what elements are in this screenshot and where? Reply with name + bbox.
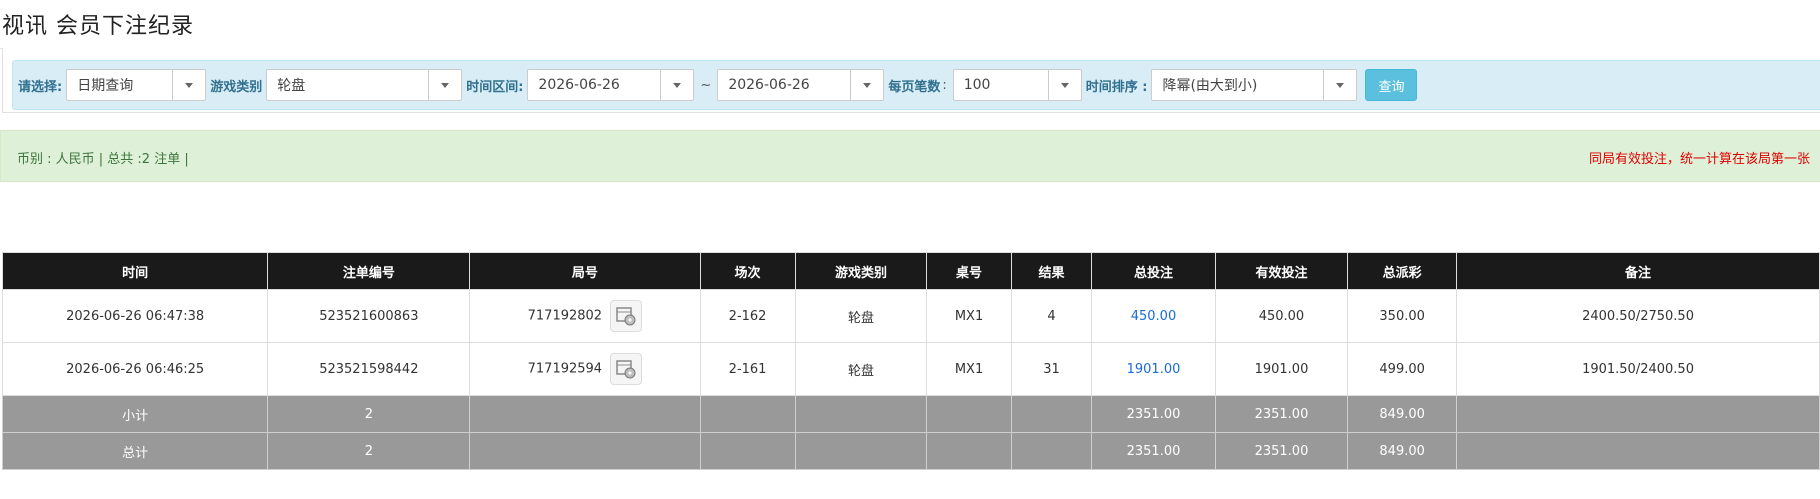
start-date-select[interactable]: 2026-06-26	[527, 69, 695, 101]
cell-game-type: 轮盘	[794, 289, 928, 343]
subtotal-label: 小计	[1, 395, 269, 433]
start-date-value: 2026-06-26	[538, 77, 620, 93]
cell-total-bet: 450.00	[1091, 289, 1216, 343]
caret-down-icon[interactable]	[1323, 70, 1356, 100]
caret-down-icon[interactable]	[1047, 70, 1081, 100]
sort-label: 时间排序 :	[1085, 79, 1148, 95]
page-size-label: 每页笔数	[888, 79, 941, 95]
column-header-round-no: 局号	[469, 252, 701, 290]
total-label: 总计	[1, 432, 269, 470]
column-header-time: 时间	[1, 252, 269, 290]
cell-result: 4	[1010, 289, 1093, 343]
column-header-table-no: 桌号	[926, 252, 1012, 290]
page-title: 视讯 会员下注纪录	[2, 14, 194, 39]
column-header-remark: 备注	[1456, 252, 1820, 290]
column-header-result: 结果	[1010, 252, 1093, 290]
subtotal-valid-bet: 2351.00	[1214, 395, 1349, 433]
subtotal-payout: 849.00	[1347, 395, 1458, 433]
total-count: 2	[267, 432, 471, 470]
column-header-valid-bet: 有效投注	[1214, 252, 1349, 290]
cell-session: 2-161	[699, 342, 796, 396]
game-type-value: 轮盘	[277, 78, 306, 94]
end-date-value: 2026-06-26	[728, 77, 810, 93]
total-bet-link[interactable]: 450.00	[1131, 309, 1177, 324]
cell-order-no: 523521600863	[267, 289, 471, 343]
cell-round-no: 717192594	[469, 342, 701, 396]
sort-order-select[interactable]: 降幂(由大到小)	[1151, 69, 1358, 101]
summary-info: 币别 : 人民币 | 总共 :2 注单 |	[17, 152, 189, 167]
video-replay-icon[interactable]	[610, 300, 643, 332]
game-type-label: 游戏类别	[210, 79, 263, 95]
subtotal-row: 小计 2 2351.00 2351.00 849.00	[1, 395, 1820, 433]
subtotal-total-bet: 2351.00	[1091, 395, 1216, 433]
subtotal-count: 2	[267, 395, 471, 433]
game-type-select[interactable]: 轮盘	[266, 69, 463, 101]
caret-down-icon[interactable]	[660, 70, 693, 100]
cell-payout: 499.00	[1347, 342, 1458, 396]
cell-game-type: 轮盘	[794, 342, 928, 396]
total-payout: 849.00	[1347, 432, 1458, 470]
cell-payout: 350.00	[1347, 289, 1458, 343]
page-size-value: 100	[963, 77, 991, 93]
sort-order-value: 降幂(由大到小)	[1162, 78, 1258, 94]
date-range-separator: ~	[700, 77, 712, 93]
cell-remark: 1901.50/2400.50	[1456, 342, 1820, 396]
cell-time: 2026-06-26 06:46:25	[1, 342, 269, 396]
end-date-select[interactable]: 2026-06-26	[717, 69, 885, 101]
caret-down-icon[interactable]	[850, 70, 883, 100]
cell-remark: 2400.50/2750.50	[1456, 289, 1820, 343]
table-row: 2026-06-26 06:47:38 523521600863 7171928…	[1, 289, 1820, 343]
round-no-text: 717192594	[527, 361, 603, 377]
page-size-separator: :	[942, 77, 947, 93]
caret-down-icon[interactable]	[172, 70, 205, 100]
cell-table-no: MX1	[926, 289, 1012, 343]
query-mode-value: 日期查询	[77, 78, 134, 94]
video-replay-icon[interactable]	[610, 353, 643, 385]
query-button[interactable]: 查询	[1365, 69, 1418, 101]
total-total-bet: 2351.00	[1091, 432, 1216, 470]
page-size-select[interactable]: 100	[952, 69, 1082, 101]
column-header-session: 场次	[699, 252, 796, 290]
column-header-order-no: 注单编号	[267, 252, 471, 290]
caret-down-icon[interactable]	[428, 70, 461, 100]
cell-valid-bet: 1901.00	[1214, 342, 1349, 396]
table-header-row: 时间 注单编号 局号 场次 游戏类别 桌号 结果 总投注 有效投注 总派彩 备注	[1, 252, 1820, 290]
summary-bar: 币别 : 人民币 | 总共 :2 注单 | 同局有效投注，统一计算在该局第一张	[0, 130, 1820, 182]
cell-time: 2026-06-26 06:47:38	[1, 289, 269, 343]
cell-total-bet: 1901.00	[1091, 342, 1216, 396]
column-header-payout: 总派彩	[1347, 252, 1458, 290]
column-header-total-bet: 总投注	[1091, 252, 1216, 290]
select-label: 请选择:	[18, 79, 63, 95]
total-valid-bet: 2351.00	[1214, 432, 1349, 470]
table-row: 2026-06-26 06:46:25 523521598442 7171925…	[1, 342, 1820, 396]
round-no-text: 717192802	[527, 308, 603, 324]
summary-note: 同局有效投注，统一计算在该局第一张	[1589, 152, 1811, 167]
time-range-label: 时间区间:	[466, 79, 524, 95]
total-row: 总计 2 2351.00 2351.00 849.00	[1, 432, 1820, 470]
cell-order-no: 523521598442	[267, 342, 471, 396]
cell-result: 31	[1010, 342, 1093, 396]
total-bet-link[interactable]: 1901.00	[1127, 362, 1181, 377]
bet-records-table: 时间 注单编号 局号 场次 游戏类别 桌号 结果 总投注 有效投注 总派彩 备注…	[1, 252, 1820, 470]
query-mode-select[interactable]: 日期查询	[66, 69, 207, 101]
cell-table-no: MX1	[926, 342, 1012, 396]
cell-round-no: 717192802	[469, 289, 701, 343]
filter-bar: 请选择: 日期查询 游戏类别 轮盘 时间区间: 2026-06-26 ~ 202…	[12, 60, 1820, 110]
column-header-game-type: 游戏类别	[794, 252, 928, 290]
cell-valid-bet: 450.00	[1214, 289, 1349, 343]
cell-session: 2-162	[699, 289, 796, 343]
